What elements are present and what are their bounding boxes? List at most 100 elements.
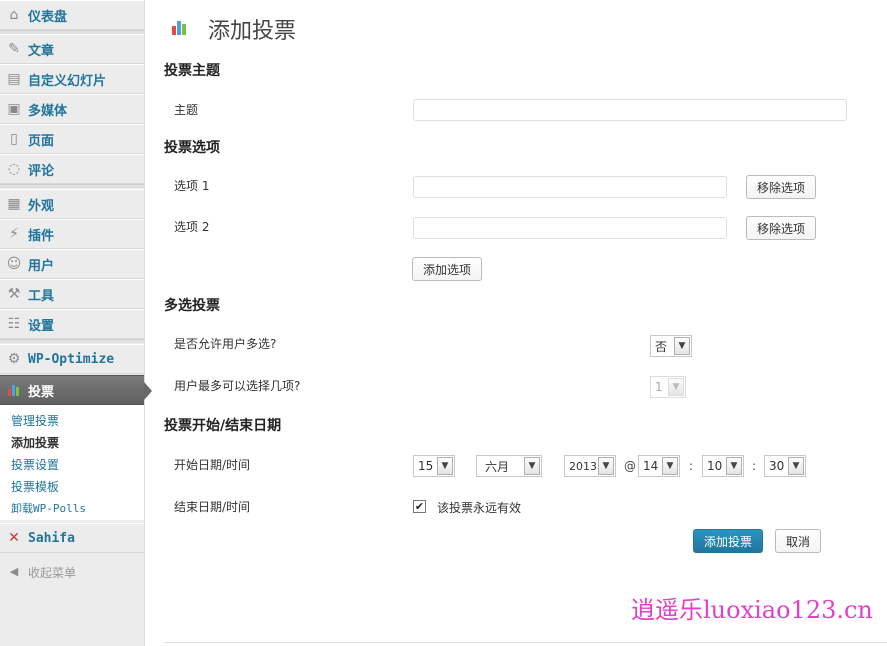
submenu-poll-settings[interactable]: 投票设置 bbox=[11, 456, 59, 473]
remove-option-1-button[interactable]: 移除选项 bbox=[746, 175, 816, 199]
collapse-menu[interactable]: ◀ 收起菜单 bbox=[0, 557, 144, 587]
start-day-select[interactable]: 15 ▼ bbox=[413, 455, 455, 477]
users-icon: ☺ bbox=[6, 256, 22, 272]
menu-polls-label: 投票 bbox=[28, 384, 55, 400]
never-expire-checkbox[interactable]: ✔ bbox=[413, 500, 426, 513]
colon-separator: : bbox=[752, 459, 757, 473]
start-day-value: 15 bbox=[418, 459, 434, 473]
menu-settings-label: 设置 bbox=[28, 318, 55, 334]
menu-wp-optimize-label: WP-Optimize bbox=[28, 351, 115, 367]
section-options: 投票选项 bbox=[164, 140, 220, 156]
menu-polls[interactable]: 投票 bbox=[0, 375, 152, 405]
menu-slides[interactable]: ▤ 自定义幻灯片 bbox=[0, 64, 144, 94]
max-choices-select[interactable]: 1 ▼ bbox=[650, 376, 686, 398]
subject-input[interactable] bbox=[413, 99, 847, 121]
submenu-uninstall[interactable]: 卸载WP-Polls bbox=[11, 500, 86, 516]
menu-sahifa-label: Sahifa bbox=[28, 530, 75, 546]
submenu-add-poll[interactable]: 添加投票 bbox=[11, 434, 59, 451]
chevron-down-icon: ▼ bbox=[674, 337, 690, 355]
remove-option-2-button[interactable]: 移除选项 bbox=[746, 216, 816, 240]
start-year-select[interactable]: 2013 ▼ bbox=[564, 455, 616, 477]
menu-separator bbox=[0, 339, 144, 343]
slides-icon: ▤ bbox=[7, 71, 21, 87]
home-icon: ⌂ bbox=[9, 7, 19, 23]
tools-icon: ⚒ bbox=[7, 286, 21, 302]
bar-chart-icon bbox=[6, 382, 22, 398]
menu-media-label: 多媒体 bbox=[28, 103, 68, 119]
admin-sidebar: ⌂ 仪表盘 ✎ 文章 ▤ 自定义幻灯片 ▣ 多媒体 ▯ 页面 ◌ 评论 ▦ 外观… bbox=[0, 0, 152, 646]
chevron-down-icon: ▼ bbox=[726, 457, 742, 475]
menu-dashboard[interactable]: ⌂ 仪表盘 bbox=[0, 0, 144, 30]
allow-multi-value: 否 bbox=[655, 339, 668, 354]
menu-posts[interactable]: ✎ 文章 bbox=[0, 34, 144, 64]
start-month-select[interactable]: 六月 ▼ bbox=[476, 455, 542, 477]
start-date-label: 开始日期/时间 bbox=[174, 458, 251, 472]
end-date-label: 结束日期/时间 bbox=[174, 500, 251, 514]
start-minute-select[interactable]: 10 ▼ bbox=[702, 455, 744, 477]
max-choices-value: 1 bbox=[655, 380, 663, 394]
menu-comments-label: 评论 bbox=[28, 163, 55, 179]
chevron-down-icon: ▼ bbox=[662, 457, 678, 475]
start-hour-select[interactable]: 14 ▼ bbox=[638, 455, 680, 477]
tools-cross-icon: ✕ bbox=[8, 530, 20, 546]
chevron-down-icon: ▼ bbox=[524, 457, 540, 475]
max-choices-label: 用户最多可以选择几项? bbox=[174, 379, 301, 393]
chevron-down-icon: ▼ bbox=[598, 457, 614, 475]
add-option-button[interactable]: 添加选项 bbox=[412, 257, 482, 281]
add-poll-submit-button[interactable]: 添加投票 bbox=[693, 529, 763, 553]
main-content: 添加投票 投票主题 主题 投票选项 选项 1 移除选项 选项 2 移除选项 添加… bbox=[146, 0, 887, 646]
media-icon: ▣ bbox=[7, 101, 21, 117]
start-year-value: 2013 bbox=[569, 459, 597, 473]
collapse-menu-label: 收起菜单 bbox=[28, 565, 77, 580]
start-second-select[interactable]: 30 ▼ bbox=[764, 455, 806, 477]
settings-icon: ☷ bbox=[7, 316, 21, 332]
watermark-text: 逍遥乐luoxiao123.cn bbox=[631, 596, 873, 624]
menu-wp-optimize[interactable]: ⚙ WP-Optimize bbox=[0, 344, 144, 374]
allow-multi-select[interactable]: 否 ▼ bbox=[650, 335, 692, 357]
menu-pages-label: 页面 bbox=[28, 133, 55, 149]
menu-sahifa[interactable]: ✕ Sahifa bbox=[0, 523, 144, 553]
option-1-input[interactable] bbox=[413, 176, 727, 198]
poll-page-icon bbox=[172, 21, 186, 35]
option-2-label: 选项 2 bbox=[174, 220, 210, 234]
start-hour-value: 14 bbox=[643, 459, 659, 473]
menu-settings[interactable]: ☷ 设置 bbox=[0, 309, 144, 339]
gear-icon: ⚙ bbox=[7, 351, 21, 367]
menu-appearance-label: 外观 bbox=[28, 198, 55, 214]
menu-dashboard-label: 仪表盘 bbox=[28, 9, 68, 25]
never-expire-label: 该投票永远有效 bbox=[437, 501, 522, 515]
comment-icon: ◌ bbox=[7, 161, 21, 177]
section-dates: 投票开始/结束日期 bbox=[164, 418, 282, 434]
menu-comments[interactable]: ◌ 评论 bbox=[0, 154, 144, 184]
appearance-icon: ▦ bbox=[7, 196, 21, 212]
menu-users-label: 用户 bbox=[28, 258, 55, 274]
start-minute-value: 10 bbox=[707, 459, 723, 473]
menu-pages[interactable]: ▯ 页面 bbox=[0, 124, 144, 154]
option-2-input[interactable] bbox=[413, 217, 727, 239]
chevron-down-icon: ▼ bbox=[788, 457, 804, 475]
menu-plugins-label: 插件 bbox=[28, 228, 55, 244]
menu-appearance[interactable]: ▦ 外观 bbox=[0, 189, 144, 219]
submenu-poll-templates[interactable]: 投票模板 bbox=[11, 478, 59, 495]
collapse-arrow-icon: ◀ bbox=[9, 565, 19, 578]
cancel-button[interactable]: 取消 bbox=[775, 529, 821, 553]
colon-separator: : bbox=[689, 459, 694, 473]
at-separator: @ bbox=[624, 459, 636, 473]
menu-users[interactable]: ☺ 用户 bbox=[0, 249, 144, 279]
menu-media[interactable]: ▣ 多媒体 bbox=[0, 94, 144, 124]
menu-posts-label: 文章 bbox=[28, 43, 55, 59]
section-multi: 多选投票 bbox=[164, 298, 220, 314]
menu-separator bbox=[0, 184, 144, 188]
menu-tools[interactable]: ⚒ 工具 bbox=[0, 279, 144, 309]
polls-submenu: 管理投票 添加投票 投票设置 投票模板 卸载WP-Polls bbox=[0, 405, 144, 520]
subject-label: 主题 bbox=[174, 103, 199, 117]
chevron-down-icon: ▼ bbox=[437, 457, 453, 475]
plug-icon: ⚡ bbox=[9, 226, 19, 242]
menu-slides-label: 自定义幻灯片 bbox=[28, 73, 107, 89]
menu-plugins[interactable]: ⚡ 插件 bbox=[0, 219, 144, 249]
submenu-manage-polls[interactable]: 管理投票 bbox=[11, 412, 59, 429]
allow-multi-label: 是否允许用户多选? bbox=[174, 337, 277, 351]
start-second-value: 30 bbox=[769, 459, 785, 473]
page-title: 添加投票 bbox=[208, 19, 297, 44]
menu-tools-label: 工具 bbox=[28, 288, 55, 304]
